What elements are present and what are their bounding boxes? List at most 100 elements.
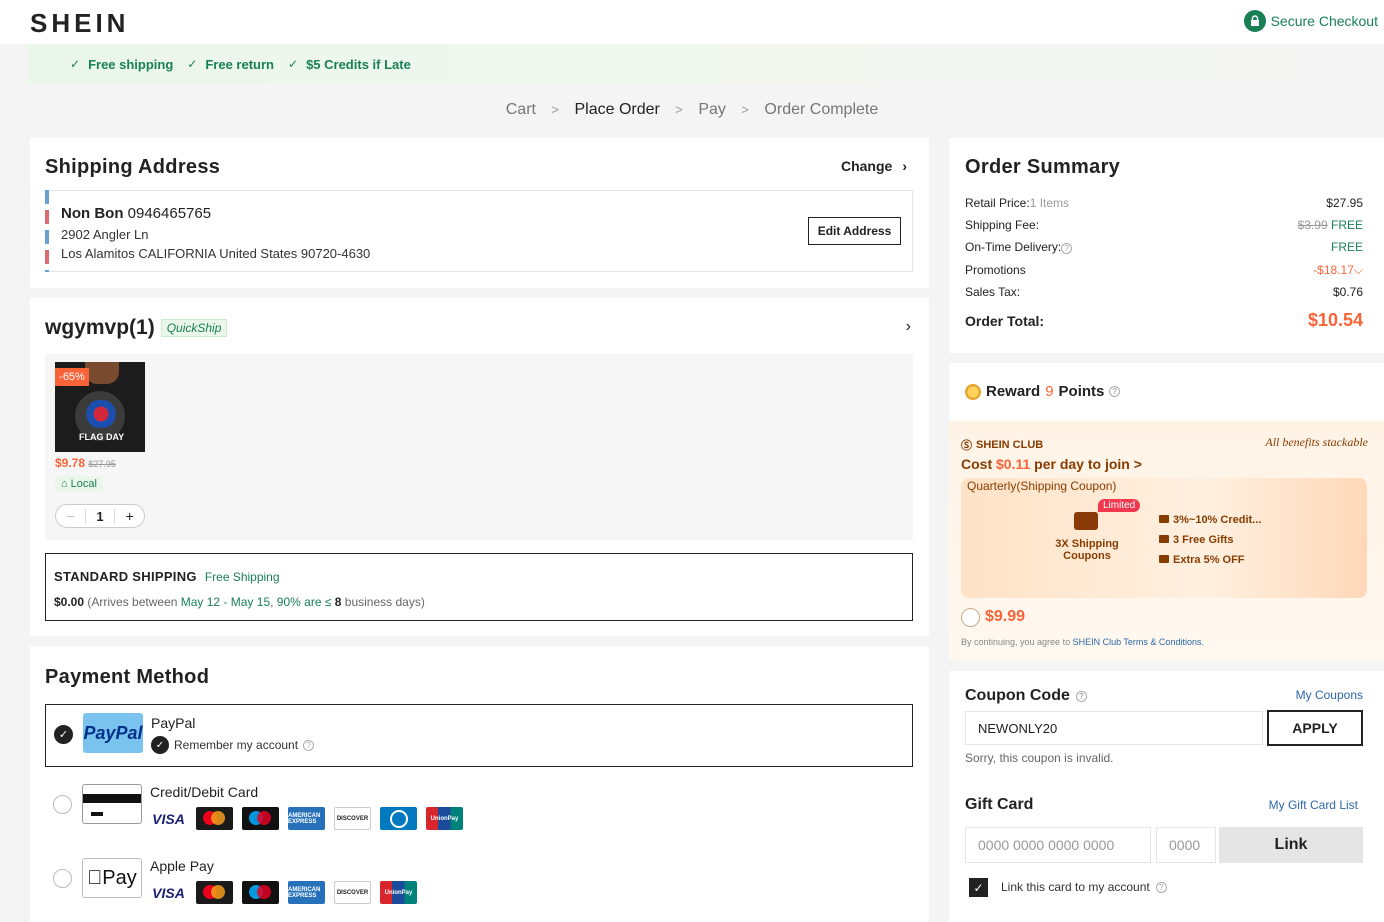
summary-tax-row: Sales Tax: $0.76 bbox=[965, 285, 1363, 299]
visa-icon: VISA bbox=[152, 884, 185, 901]
shipping-cost: $0.00 bbox=[54, 595, 85, 609]
apple-pay-logo: Pay bbox=[82, 858, 142, 898]
perk-label: 3 Free Gifts bbox=[1173, 534, 1234, 546]
gift-icon bbox=[1159, 535, 1169, 543]
shein-logo[interactable]: SHEIN bbox=[30, 8, 129, 39]
coupon-title-text: Coupon Code bbox=[965, 687, 1070, 704]
gift-card-title-text: Gift Card bbox=[965, 796, 1034, 813]
store-name: wgymvp(1) bbox=[45, 316, 155, 339]
total-value: $10.54 bbox=[1307, 310, 1363, 330]
address-card: Non Bon 0946465765 2902 Angler Ln Los Al… bbox=[45, 190, 913, 272]
ontime-label-group: On-Time Delivery:? bbox=[965, 240, 1073, 254]
help-icon[interactable]: ? bbox=[1109, 386, 1121, 397]
change-label: Change bbox=[840, 158, 893, 174]
card-radio[interactable] bbox=[53, 795, 72, 814]
arrival-dates: May 12 - May 15 bbox=[180, 595, 271, 609]
benefit-label: Free shipping bbox=[88, 56, 174, 72]
secure-checkout: Secure Checkout bbox=[1243, 10, 1378, 32]
retail-items: 1 Items bbox=[1029, 196, 1070, 210]
cost-prefix: Cost bbox=[961, 456, 996, 472]
paypal-radio[interactable]: ✓ bbox=[54, 725, 73, 744]
chevron-down-icon[interactable]: ⌵ bbox=[1354, 263, 1363, 277]
remember-account-toggle[interactable]: ✓ Remember my account ? bbox=[151, 736, 315, 754]
quantity-value[interactable]: 1 bbox=[84, 508, 116, 524]
coupon-code-input[interactable]: NEWONLY20 bbox=[965, 711, 1263, 745]
summary-promotions-row[interactable]: Promotions -$18.17⌵ bbox=[965, 263, 1363, 278]
payment-method-panel: Payment Method ✓ PayPal PayPal ✓ Remembe… bbox=[30, 646, 929, 922]
chevron-right-icon: › bbox=[902, 158, 907, 174]
link-card-label-text: Link this card to my account bbox=[1001, 880, 1150, 894]
cost-value: $0.11 bbox=[996, 456, 1031, 472]
gift-card-pin-input[interactable]: 0000 bbox=[1156, 827, 1216, 863]
payment-option-name: PayPal bbox=[151, 715, 196, 731]
gift-card-number-input[interactable]: 0000 0000 0000 0000 bbox=[965, 827, 1151, 863]
club-terms-link[interactable]: SHEIN Club Terms & Conditions. bbox=[1073, 637, 1204, 647]
club-select-radio[interactable] bbox=[961, 608, 980, 627]
check-icon: ✓ bbox=[151, 736, 169, 754]
apple-pay-logo-text: Pay bbox=[87, 866, 136, 889]
reward-prefix: Reward bbox=[986, 383, 1041, 400]
retail-label: Retail Price: bbox=[965, 196, 1030, 210]
ontime-label: On-Time Delivery: bbox=[965, 240, 1062, 254]
payment-option-card[interactable]: Credit/Debit Card VISA AMERICAN EXPRESS … bbox=[45, 776, 913, 839]
price-line: $9.78 $27.95 bbox=[55, 456, 116, 470]
summary-retail-row: Retail Price:1 Items $27.95 bbox=[965, 196, 1363, 210]
increase-quantity-button[interactable]: + bbox=[115, 508, 144, 524]
shein-club-offer: Ⓢ SHEIN CLUB All benefits stackable Cost … bbox=[949, 421, 1384, 661]
payment-option-name: Apple Pay bbox=[150, 858, 214, 874]
shipping-method-title: STANDARD SHIPPING Free Shipping bbox=[54, 569, 280, 584]
detail-prefix: (Arrives between bbox=[87, 595, 181, 609]
unionpay-icon: UnionPay bbox=[426, 807, 463, 830]
summary-total-row: Order Total: $10.54 bbox=[965, 310, 1363, 331]
coin-icon bbox=[965, 383, 981, 400]
help-icon[interactable]: ? bbox=[1155, 881, 1167, 893]
club-terms: By continuing, you agree to SHEIN Club T… bbox=[961, 637, 1204, 647]
maestro-icon bbox=[242, 807, 279, 830]
chevron-right-icon: > bbox=[551, 102, 560, 117]
help-icon[interactable]: ? bbox=[1075, 690, 1087, 702]
apple-pay-radio[interactable] bbox=[53, 869, 72, 888]
club-plan-card[interactable]: Quarterly(Shipping Coupon) Limited 3X Sh… bbox=[961, 478, 1367, 598]
club-plan-title: Quarterly(Shipping Coupon) bbox=[967, 479, 1117, 493]
credit-icon bbox=[1159, 515, 1169, 523]
help-icon[interactable]: ? bbox=[1061, 243, 1073, 254]
benefit-free-return: ✓ Free return bbox=[187, 57, 274, 72]
summary-ontime-row: On-Time Delivery:? FREE bbox=[965, 240, 1363, 254]
benefit-label: $5 Credits if Late bbox=[306, 56, 411, 72]
payment-option-apple-pay[interactable]: Pay Apple Pay VISA AMERICAN EXPRESS DIS… bbox=[45, 850, 913, 913]
product-image-model bbox=[85, 362, 119, 384]
discount-icon bbox=[1159, 555, 1169, 563]
perk-label: 3%~10% Credit... bbox=[1173, 514, 1262, 526]
top-bar: SHEIN Secure Checkout bbox=[0, 0, 1384, 44]
unionpay-icon: UnionPay bbox=[380, 881, 417, 904]
reward-points-value: 9 bbox=[1045, 383, 1054, 400]
benefit-free-shipping: ✓ Free shipping bbox=[70, 57, 173, 72]
apply-coupon-button[interactable]: APPLY bbox=[1267, 710, 1363, 746]
amex-icon: AMERICAN EXPRESS bbox=[288, 807, 325, 830]
change-address-link[interactable]: Change › bbox=[841, 158, 907, 174]
decrease-quantity-button[interactable]: − bbox=[56, 508, 85, 524]
my-coupons-link[interactable]: My Coupons bbox=[1296, 688, 1363, 702]
order-summary-panel: Order Summary Retail Price:1 Items $27.9… bbox=[949, 138, 1384, 353]
help-icon[interactable]: ? bbox=[303, 739, 315, 751]
edit-address-button[interactable]: Edit Address bbox=[808, 217, 901, 245]
step-place-order: Place Order bbox=[574, 101, 660, 118]
link-card-checkbox[interactable]: ✓ bbox=[969, 878, 988, 897]
step-cart[interactable]: Cart bbox=[506, 101, 536, 118]
shipping-method-name: STANDARD SHIPPING bbox=[54, 569, 197, 584]
mastercard-icon bbox=[196, 807, 233, 830]
amex-icon: AMERICAN EXPRESS bbox=[288, 881, 325, 904]
link-gift-card-button[interactable]: Link bbox=[1219, 827, 1363, 863]
club-join-link[interactable]: Cost $0.11 per day to join > bbox=[961, 456, 1142, 472]
chevron-right-icon[interactable]: › bbox=[906, 318, 911, 336]
reward-suffix: Points bbox=[1058, 383, 1105, 400]
gift-card-list-link[interactable]: My Gift Card List bbox=[1269, 798, 1358, 812]
benefits-bar: ✓ Free shipping ✓ Free return ✓ $5 Credits … bbox=[28, 44, 1384, 84]
standard-shipping-option[interactable]: STANDARD SHIPPING Free Shipping $0.00 (Ar… bbox=[45, 553, 913, 621]
detail-suffix: business days) bbox=[341, 595, 425, 609]
payment-option-paypal[interactable]: ✓ PayPal PayPal ✓ Remember my account ? bbox=[45, 704, 913, 767]
limited-badge: Limited bbox=[1098, 499, 1141, 512]
cart-item: FLAG DAY -65% $9.78 $27.95 ⌂ Local − 1 + bbox=[45, 354, 913, 540]
retail-value: $27.95 bbox=[1326, 196, 1363, 210]
promotions-label: Promotions bbox=[965, 263, 1026, 277]
